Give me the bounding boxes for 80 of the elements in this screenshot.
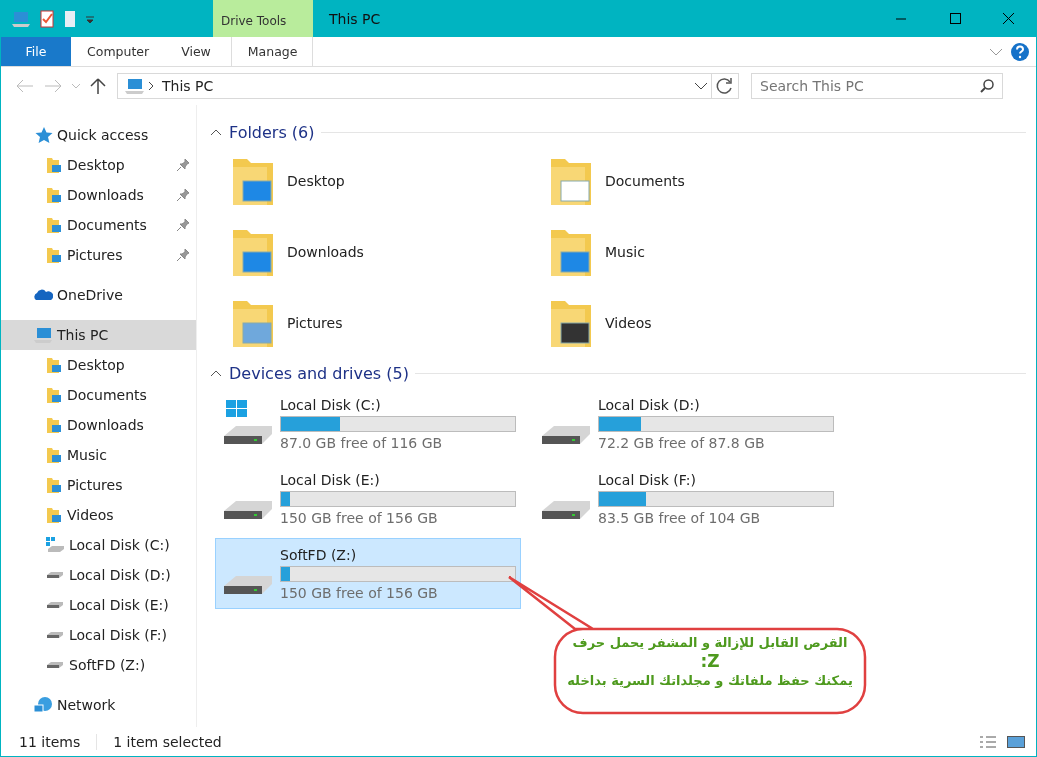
help-icon[interactable]: [1010, 41, 1030, 62]
context-tab-header: Drive Tools: [213, 0, 313, 37]
sidebar-item[interactable]: Documents: [1, 210, 196, 240]
callout-text: القرص القابل للإزالة و المشفر يحمل حرف: [572, 634, 848, 652]
network-icon: [33, 696, 53, 714]
sidebar-item[interactable]: Pictures: [1, 240, 196, 270]
computer-icon: [11, 9, 31, 28]
sidebar-item[interactable]: Network: [1, 690, 196, 720]
sidebar-item[interactable]: Pictures: [1, 470, 196, 500]
sidebar-item[interactable]: Desktop: [1, 350, 196, 380]
sidebar-item[interactable]: Local Disk (F:): [1, 620, 196, 650]
drive-icon: [224, 425, 272, 444]
drive-icon: [224, 575, 272, 594]
new-folder-icon[interactable]: [63, 9, 77, 28]
drive-icon: [47, 602, 63, 608]
sidebar-item[interactable]: Local Disk (D:): [1, 560, 196, 590]
sidebar-item[interactable]: Local Disk (C:): [1, 530, 196, 560]
details-view-icon[interactable]: [978, 733, 998, 750]
folder-tile[interactable]: Desktop: [209, 145, 527, 216]
drive-tile[interactable]: Local Disk (E:) 150 GB free of 156 GB: [215, 463, 521, 534]
sidebar-item[interactable]: OneDrive: [1, 280, 196, 310]
drive-icon: [47, 572, 63, 578]
sidebar-item[interactable]: Local Disk (E:): [1, 590, 196, 620]
pin-icon[interactable]: [176, 218, 190, 232]
drive-icon: [47, 662, 63, 668]
computer-icon: [33, 326, 53, 344]
callout-text: يمكنك حفظ ملفاتك و مجلداتك السرية بداخله: [567, 672, 853, 690]
folder-tile[interactable]: Videos: [527, 287, 845, 358]
sidebar-item[interactable]: This PC: [1, 320, 196, 350]
selection-count: 1 item selected: [113, 733, 222, 750]
drive-icon: [47, 632, 63, 638]
folder-icon: [45, 246, 63, 264]
folder-tile[interactable]: Music: [527, 216, 845, 287]
section-header[interactable]: Devices and drives (5): [229, 363, 409, 383]
sidebar-item[interactable]: Videos: [1, 500, 196, 530]
address-path: This PC: [162, 78, 214, 94]
folder-icon: [45, 446, 63, 464]
folder-icon: [45, 506, 63, 524]
folder-tile[interactable]: Downloads: [209, 216, 527, 287]
folder-icon: [45, 186, 63, 204]
star-icon: [33, 126, 53, 144]
sidebar-item[interactable]: SoftFD (Z:): [1, 650, 196, 680]
sidebar-item[interactable]: Downloads: [1, 410, 196, 440]
sidebar-item[interactable]: Downloads: [1, 180, 196, 210]
folder-icon: [45, 416, 63, 434]
sidebar-item[interactable]: Desktop: [1, 150, 196, 180]
windows-logo-icon: [226, 399, 247, 417]
large-icons-view-icon[interactable]: [1006, 733, 1026, 750]
folder-icon: [45, 216, 63, 234]
ribbon-tab[interactable]: Manage: [230, 37, 313, 66]
pin-icon[interactable]: [176, 188, 190, 202]
folder-icon: [45, 356, 63, 374]
system-drive-icon: [45, 536, 65, 554]
drive-tile[interactable]: Local Disk (D:) 72.2 GB free of 87.8 GB: [533, 388, 839, 459]
drive-icon: [542, 500, 590, 519]
sidebar-item[interactable]: Documents: [1, 380, 196, 410]
folder-icon: [45, 386, 63, 404]
callout-text: Z:: [700, 652, 720, 671]
drive-icon: [542, 425, 590, 444]
search-icon: [979, 78, 995, 94]
search-field[interactable]: Search This PC: [751, 73, 1003, 99]
window-title: This PC: [329, 10, 381, 27]
ribbon-tab[interactable]: File: [1, 37, 71, 66]
drive-tile[interactable]: Local Disk (F:) 83.5 GB free of 104 GB: [533, 463, 839, 534]
drive-tile[interactable]: Local Disk (C:) 87.0 GB free of 116 GB: [215, 388, 521, 459]
sidebar-item[interactable]: Music: [1, 440, 196, 470]
folder-icon: [45, 156, 63, 174]
section-header[interactable]: Folders (6): [229, 122, 315, 142]
folder-icon: [45, 476, 63, 494]
item-count: 11 items: [19, 733, 81, 750]
folder-tile[interactable]: Pictures: [209, 287, 527, 358]
properties-icon[interactable]: [39, 9, 55, 28]
drive-icon: [224, 500, 272, 519]
pin-icon[interactable]: [176, 248, 190, 262]
folder-tile[interactable]: Documents: [527, 145, 845, 216]
computer-icon: [124, 77, 146, 95]
address-bar[interactable]: This PC: [117, 73, 739, 99]
drive-tile[interactable]: SoftFD (Z:) 150 GB free of 156 GB: [215, 538, 521, 609]
pin-icon[interactable]: [176, 158, 190, 172]
sidebar-item[interactable]: Quick access: [1, 120, 196, 150]
